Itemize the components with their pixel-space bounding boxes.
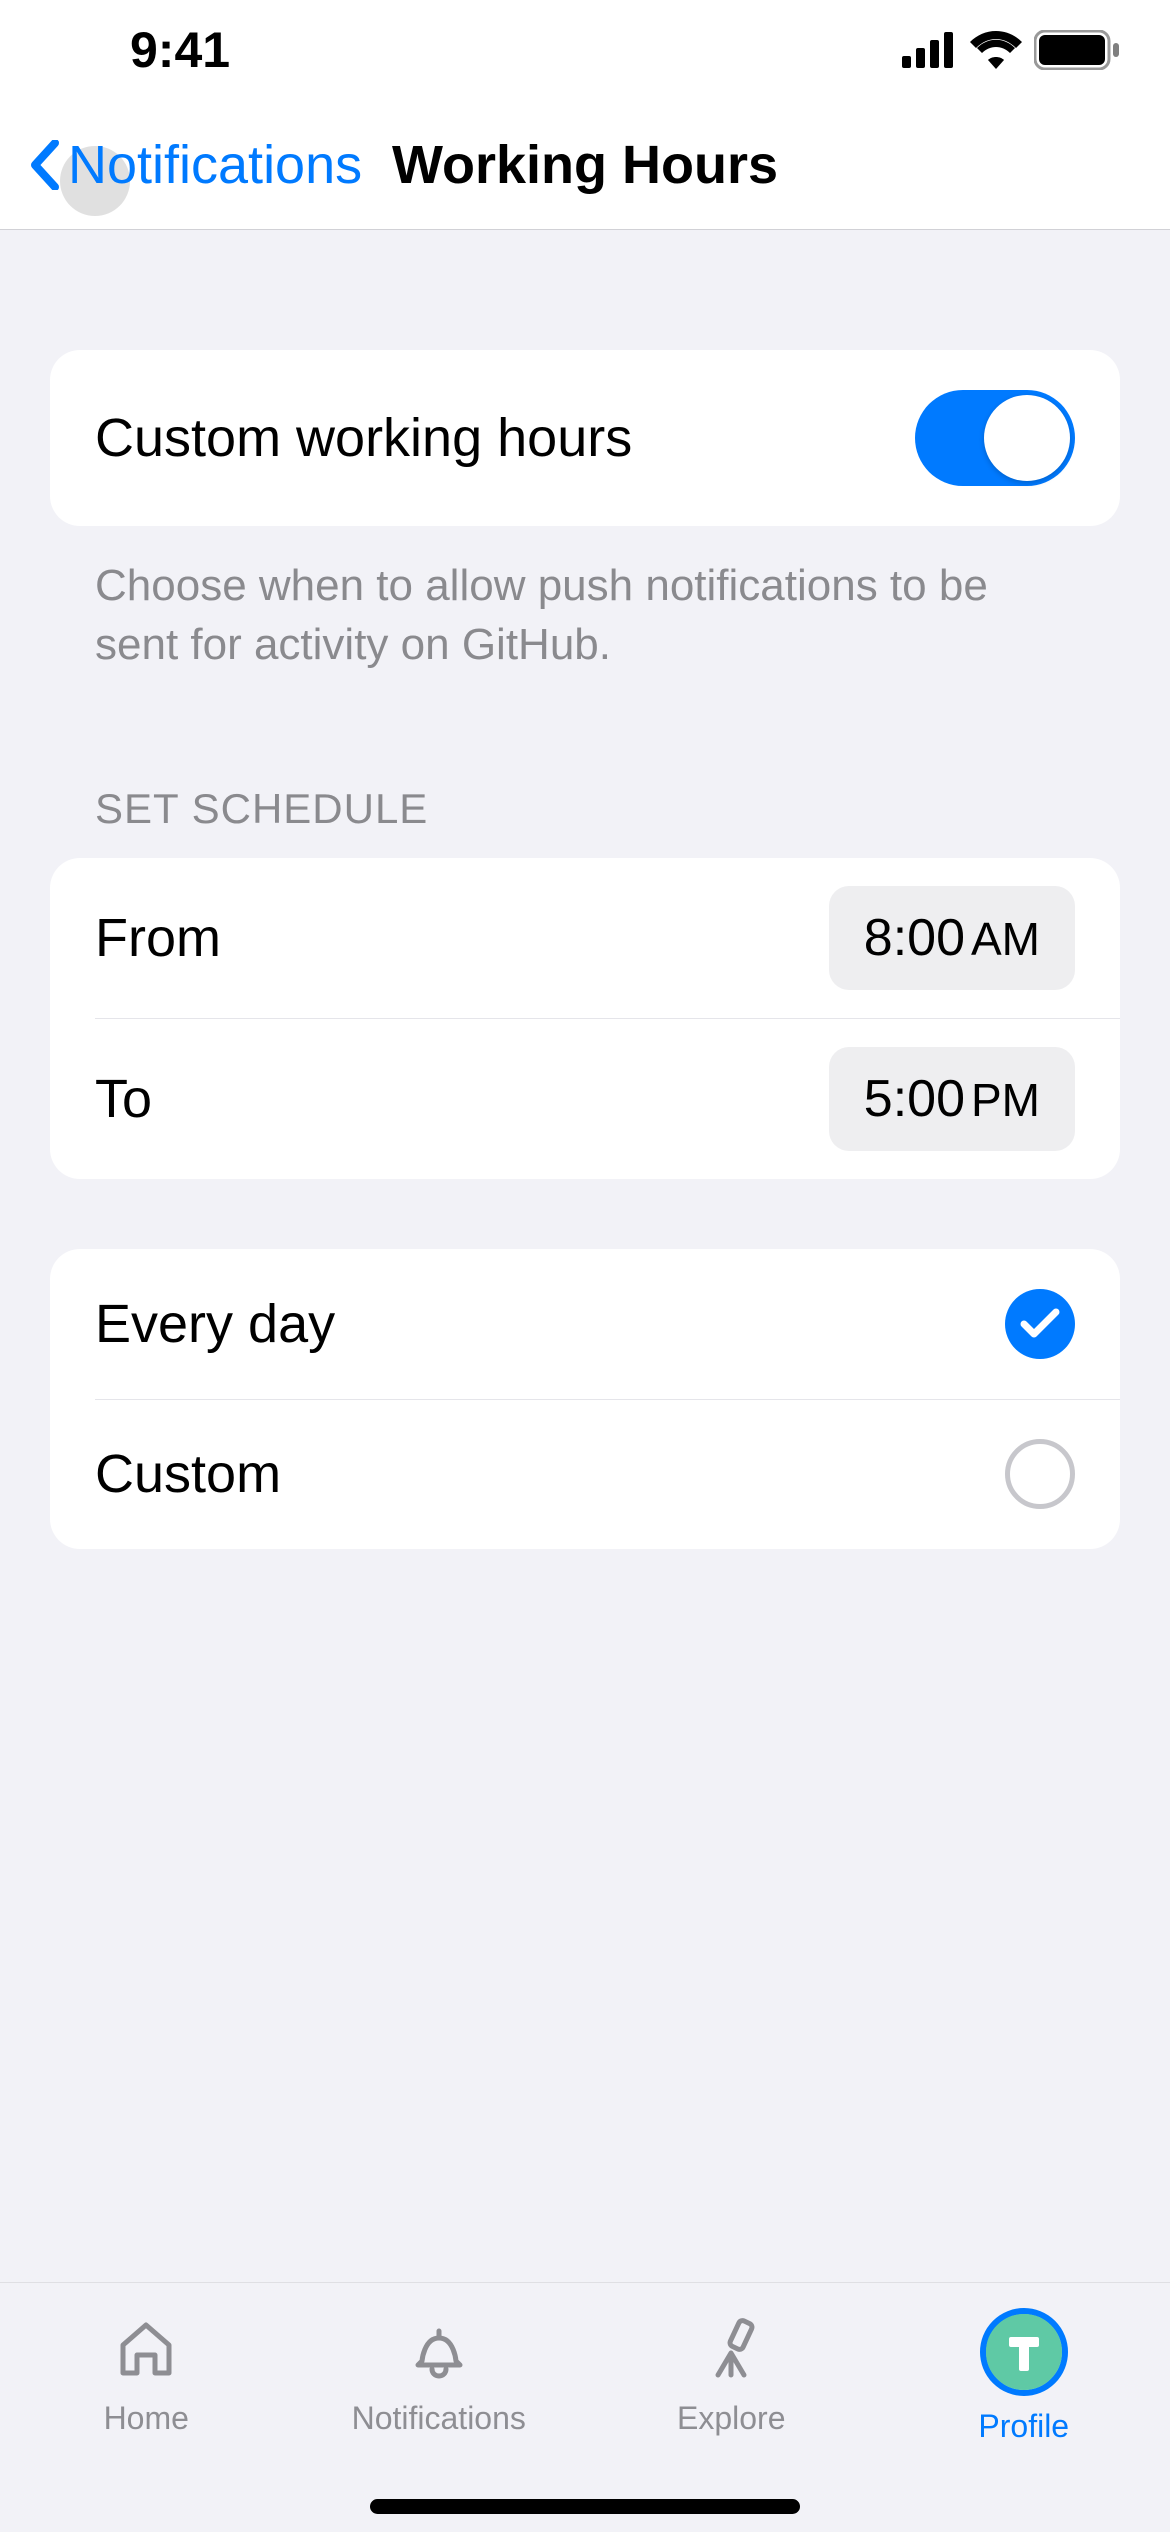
everyday-label: Every day bbox=[95, 1293, 335, 1355]
custom-hours-footer: Choose when to allow push notifications … bbox=[50, 526, 1120, 675]
bell-icon bbox=[399, 2308, 479, 2388]
tab-profile-label: Profile bbox=[978, 2408, 1069, 2445]
checkmark-selected-icon bbox=[1005, 1289, 1075, 1359]
to-time-button[interactable]: 5:00 PM bbox=[829, 1047, 1075, 1151]
to-ampm: PM bbox=[971, 1073, 1040, 1127]
home-icon bbox=[106, 2308, 186, 2388]
custom-label: Custom bbox=[95, 1443, 281, 1505]
radio-unselected-icon bbox=[1005, 1439, 1075, 1509]
tab-bar: Home Notifications Explore Prof bbox=[0, 2282, 1170, 2532]
status-time: 9:41 bbox=[130, 21, 230, 79]
from-time-button[interactable]: 8:00 AM bbox=[829, 886, 1075, 990]
custom-hours-cell: Custom working hours bbox=[50, 350, 1120, 526]
tab-explore[interactable]: Explore bbox=[585, 2308, 878, 2437]
tab-notifications[interactable]: Notifications bbox=[293, 2308, 586, 2437]
status-bar: 9:41 bbox=[0, 0, 1170, 100]
chevron-left-icon bbox=[30, 140, 60, 190]
tab-profile[interactable]: Profile bbox=[878, 2308, 1170, 2445]
avatar-icon bbox=[980, 2308, 1068, 2396]
switch-knob bbox=[984, 395, 1070, 481]
page-title: Working Hours bbox=[392, 134, 778, 196]
everyday-row[interactable]: Every day bbox=[50, 1249, 1120, 1399]
battery-icon bbox=[1034, 30, 1120, 70]
custom-hours-group: Custom working hours bbox=[50, 350, 1120, 526]
schedule-header: SET SCHEDULE bbox=[50, 675, 1120, 858]
tab-home-label: Home bbox=[104, 2400, 189, 2437]
custom-hours-label: Custom working hours bbox=[95, 407, 632, 469]
from-ampm: AM bbox=[971, 912, 1040, 966]
from-row: From 8:00 AM bbox=[50, 858, 1120, 1018]
to-time: 5:00 bbox=[864, 1069, 965, 1129]
cellular-icon bbox=[902, 32, 958, 68]
tab-home[interactable]: Home bbox=[0, 2308, 293, 2437]
days-group: Every day Custom bbox=[50, 1249, 1120, 1549]
back-button[interactable]: Notifications bbox=[30, 134, 362, 196]
to-label: To bbox=[95, 1068, 152, 1130]
custom-row[interactable]: Custom bbox=[95, 1399, 1120, 1549]
custom-hours-switch[interactable] bbox=[915, 390, 1075, 486]
status-icons bbox=[902, 30, 1120, 70]
back-label: Notifications bbox=[68, 134, 362, 196]
schedule-group: From 8:00 AM To 5:00 PM bbox=[50, 858, 1120, 1179]
navigation-bar: Notifications Working Hours bbox=[0, 100, 1170, 230]
telescope-icon bbox=[691, 2308, 771, 2388]
content: Custom working hours Choose when to allo… bbox=[0, 230, 1170, 1549]
tab-notifications-label: Notifications bbox=[352, 2400, 526, 2437]
to-row: To 5:00 PM bbox=[95, 1018, 1120, 1179]
from-label: From bbox=[95, 907, 221, 969]
wifi-icon bbox=[970, 31, 1022, 69]
home-indicator[interactable] bbox=[370, 2499, 800, 2514]
tab-explore-label: Explore bbox=[677, 2400, 786, 2437]
from-time: 8:00 bbox=[864, 908, 965, 968]
